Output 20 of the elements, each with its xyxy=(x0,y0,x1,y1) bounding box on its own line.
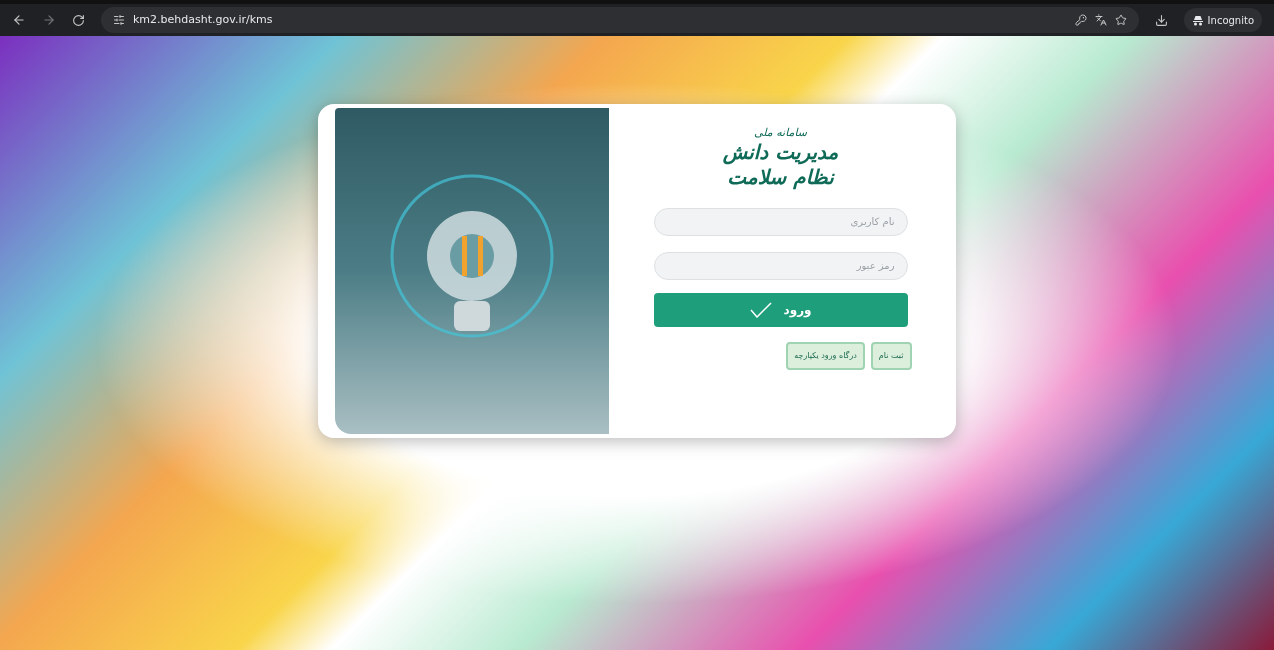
incognito-icon xyxy=(1191,14,1204,26)
address-bar[interactable]: km2.behdasht.gov.ir/kms xyxy=(101,7,1139,33)
username-field[interactable]: نام کاربری xyxy=(653,207,908,236)
logo-text: نظام سلامت xyxy=(727,164,834,190)
password-field[interactable]: رمز عبور xyxy=(653,251,908,280)
translate-icon[interactable] xyxy=(1094,14,1107,26)
login-button[interactable]: ورود xyxy=(653,292,908,327)
download-icon[interactable] xyxy=(1154,13,1168,27)
secondary-button[interactable]: درگاه ورود یکپارچه xyxy=(786,341,865,370)
profile-chip[interactable]: Incognito xyxy=(1183,8,1262,32)
star-icon[interactable] xyxy=(1114,14,1127,26)
back-icon[interactable] xyxy=(12,13,26,27)
reload-icon[interactable] xyxy=(72,13,85,27)
secondary-button[interactable]: ثبت نام xyxy=(870,341,912,370)
logo-text: مدیریت دانش xyxy=(722,139,839,165)
key-icon[interactable] xyxy=(1074,14,1087,26)
site-settings-icon[interactable] xyxy=(113,14,125,26)
checkmark-icon xyxy=(749,301,772,318)
url-text: km2.behdasht.gov.ir/kms xyxy=(133,11,273,28)
logo-text: سامانه ملی xyxy=(754,126,807,140)
